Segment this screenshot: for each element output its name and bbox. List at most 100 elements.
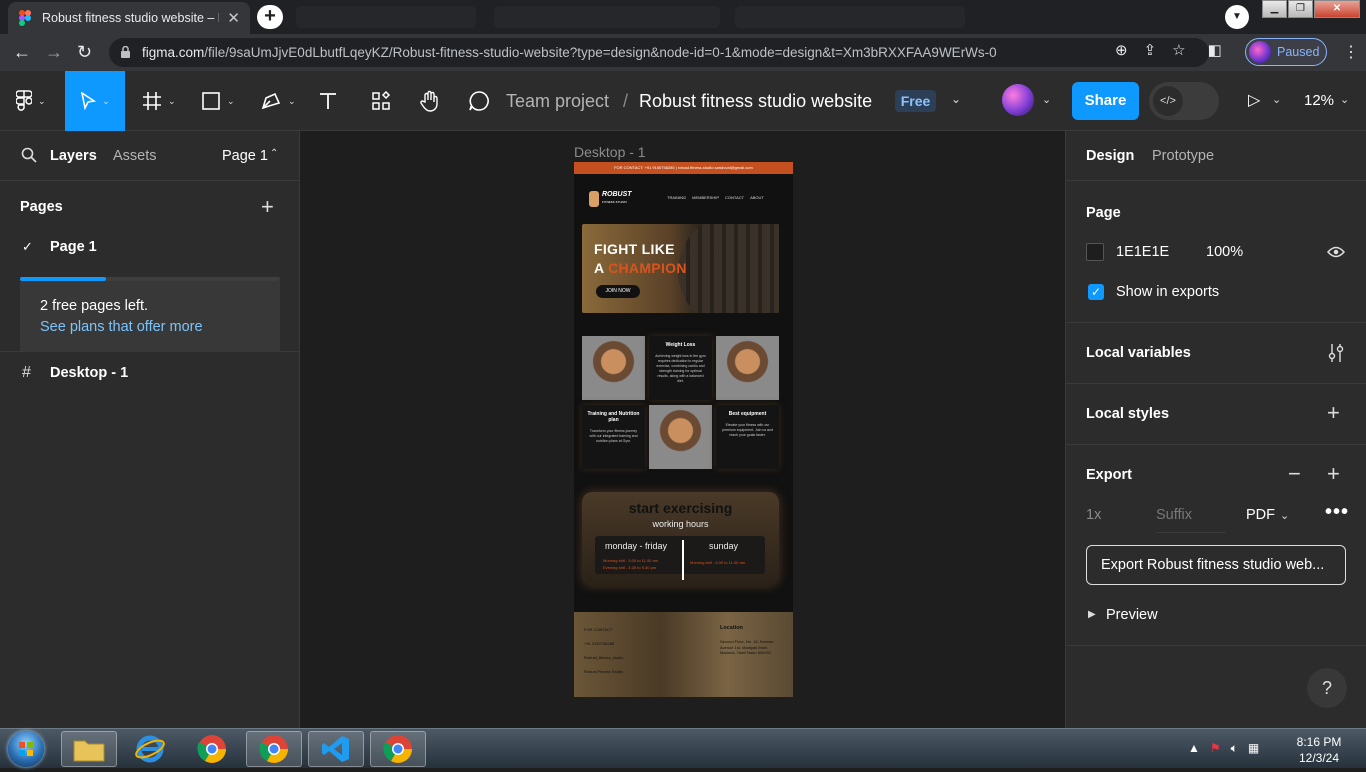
user-avatar[interactable] bbox=[1002, 84, 1034, 116]
window-close-icon[interactable]: ✕ bbox=[1314, 0, 1360, 18]
help-button[interactable]: ? bbox=[1307, 668, 1347, 708]
eye-icon[interactable] bbox=[1327, 246, 1345, 258]
url-text: figma.com/file/9saUmJjvE0dLbutfLqeyKZ/Ro… bbox=[142, 45, 997, 60]
hero-join-button: JOIN NOW bbox=[596, 285, 640, 298]
lock-icon bbox=[121, 45, 130, 58]
taskbar-clock[interactable]: 8:16 PM 12/3/24 bbox=[1289, 734, 1349, 766]
page-opacity[interactable]: 100% bbox=[1206, 244, 1243, 260]
clock-time: 8:16 PM bbox=[1296, 735, 1342, 749]
desktop-frame[interactable]: FOR CONTACT: +91 9150758285 | robust.fit… bbox=[574, 162, 793, 697]
tab-assets[interactable]: Assets bbox=[113, 148, 157, 164]
new-tab-button[interactable]: + bbox=[257, 5, 283, 29]
local-styles-section[interactable]: Local styles + bbox=[1066, 384, 1366, 445]
page-selector[interactable]: Page 1 bbox=[222, 148, 268, 164]
browser-menu-icon[interactable]: ⋮ bbox=[1343, 42, 1359, 62]
shape-tool-button[interactable]: ⌄ bbox=[201, 71, 235, 131]
show-in-exports-checkbox[interactable]: ✓ bbox=[1088, 284, 1104, 300]
present-play-icon[interactable]: ▷ bbox=[1248, 90, 1260, 110]
main-menu-button[interactable]: ⌄ bbox=[16, 71, 46, 131]
caret-right-icon[interactable]: ▶ bbox=[1088, 609, 1096, 620]
share-page-icon[interactable]: ⇪ bbox=[1144, 41, 1157, 59]
security-flag-icon[interactable]: ⚑ bbox=[1210, 741, 1221, 756]
hand-tool-button[interactable] bbox=[419, 71, 441, 131]
file-menu-chevron-icon[interactable]: ⌄ bbox=[951, 92, 961, 106]
design-canvas[interactable]: Desktop - 1 FOR CONTACT: +91 9150758285 … bbox=[301, 131, 1065, 728]
forward-arrow-icon[interactable]: → bbox=[45, 42, 63, 63]
site-nav-link: CONTACT bbox=[725, 195, 745, 200]
side-panel-icon[interactable]: ◧ bbox=[1208, 41, 1222, 59]
file-explorer-taskbar[interactable] bbox=[61, 731, 117, 767]
free-pages-notice: 2 free pages left. See plans that offer … bbox=[20, 281, 280, 351]
background-tab[interactable] bbox=[494, 6, 720, 28]
internet-explorer-taskbar[interactable] bbox=[122, 731, 178, 767]
add-page-plus-icon[interactable]: + bbox=[261, 194, 274, 220]
export-button[interactable]: Export Robust fitness studio web... bbox=[1086, 545, 1346, 585]
browser-tab-active[interactable]: Robust fitness studio website – Figma ✕ bbox=[8, 2, 250, 34]
zoom-level[interactable]: 12% bbox=[1304, 92, 1334, 109]
network-icon[interactable]: ▦ bbox=[1248, 741, 1259, 756]
resources-button[interactable] bbox=[371, 71, 391, 131]
minimize-icon[interactable]: ▁ bbox=[1262, 0, 1287, 18]
tab-prototype[interactable]: Prototype bbox=[1152, 148, 1214, 164]
profile-button[interactable]: Paused bbox=[1245, 38, 1327, 66]
see-plans-link[interactable]: See plans that offer more bbox=[40, 319, 203, 335]
bookmark-star-icon[interactable]: ☆ bbox=[1172, 41, 1185, 59]
tray-arrow-icon[interactable]: ▲ bbox=[1188, 741, 1200, 756]
dev-mode-toggle[interactable]: </> bbox=[1149, 82, 1219, 120]
local-variables-section[interactable]: Local variables bbox=[1066, 323, 1366, 384]
chevron-down-icon: ⌄ bbox=[38, 95, 46, 106]
chevron-down-icon: ⌄ bbox=[227, 95, 235, 106]
chrome-taskbar[interactable] bbox=[184, 731, 240, 767]
maximize-icon[interactable]: ❐ bbox=[1288, 0, 1313, 18]
file-name[interactable]: Robust fitness studio website bbox=[639, 91, 872, 112]
page-color-swatch[interactable] bbox=[1086, 243, 1104, 261]
add-export-plus-icon[interactable]: + bbox=[1327, 461, 1340, 487]
chevron-down-icon[interactable]: ⌄ bbox=[1340, 93, 1349, 106]
tab-design[interactable]: Design bbox=[1086, 148, 1134, 164]
chrome-profile-taskbar[interactable] bbox=[246, 731, 302, 767]
frame-label[interactable]: Desktop - 1 bbox=[574, 144, 646, 160]
chevron-down-icon[interactable]: ⌄ bbox=[1272, 93, 1281, 106]
layer-item[interactable]: # Desktop - 1 bbox=[0, 351, 299, 393]
right-panel: Design Prototype Page 1E1E1E 100% ✓ Show… bbox=[1065, 131, 1366, 728]
back-arrow-icon[interactable]: ← bbox=[13, 42, 31, 63]
vscode-taskbar[interactable] bbox=[308, 731, 364, 767]
search-icon[interactable] bbox=[21, 147, 37, 163]
page-color-hex[interactable]: 1E1E1E bbox=[1116, 244, 1169, 260]
export-scale[interactable]: 1x bbox=[1086, 507, 1101, 523]
background-tab[interactable] bbox=[296, 6, 476, 28]
tab-close-icon[interactable]: ✕ bbox=[227, 9, 240, 27]
preview-toggle[interactable]: Preview bbox=[1106, 607, 1158, 623]
chevron-down-icon[interactable]: ⌄ bbox=[1280, 509, 1289, 522]
export-format-select[interactable]: PDF bbox=[1246, 507, 1275, 523]
zoom-icon[interactable]: ⊕ bbox=[1115, 41, 1128, 59]
export-suffix-input[interactable]: Suffix bbox=[1156, 507, 1226, 533]
chevron-down-icon[interactable]: ⌄ bbox=[1042, 93, 1051, 106]
hero-line2a: A bbox=[594, 260, 604, 276]
remove-export-minus-icon[interactable]: − bbox=[1288, 461, 1301, 487]
background-tab[interactable] bbox=[735, 6, 965, 28]
frame-tool-button[interactable]: ⌄ bbox=[142, 71, 176, 131]
plan-badge[interactable]: Free bbox=[895, 90, 936, 112]
chrome-figma-taskbar[interactable] bbox=[370, 731, 426, 767]
tab-layers[interactable]: Layers bbox=[50, 148, 97, 164]
start-button[interactable] bbox=[8, 731, 44, 767]
url-field[interactable]: figma.com/file/9saUmJjvE0dLbutfLqeyKZ/Ro… bbox=[109, 38, 1209, 67]
pen-tool-button[interactable]: ⌄ bbox=[260, 71, 296, 131]
share-button[interactable]: Share bbox=[1072, 82, 1139, 120]
volume-icon[interactable]: 🔈︎ bbox=[1231, 741, 1238, 756]
reload-icon[interactable]: ↻ bbox=[77, 42, 92, 63]
variables-sliders-icon[interactable] bbox=[1328, 343, 1344, 363]
chevron-up-icon[interactable]: ⌃ bbox=[270, 148, 278, 159]
team-breadcrumb[interactable]: Team project bbox=[506, 91, 609, 112]
site-hero: FIGHT LIKE A CHAMPION JOIN NOW bbox=[582, 224, 779, 313]
figma-favicon-icon bbox=[18, 10, 32, 26]
text-tool-button[interactable] bbox=[318, 71, 338, 131]
move-tool-button[interactable]: ⌄ bbox=[65, 71, 125, 131]
local-styles-label: Local styles bbox=[1086, 406, 1170, 422]
tab-search-chevron-icon[interactable]: ▼ bbox=[1225, 5, 1249, 29]
comment-tool-button[interactable] bbox=[468, 71, 490, 131]
add-style-plus-icon[interactable]: + bbox=[1327, 400, 1340, 426]
frame-icon bbox=[143, 92, 161, 110]
more-options-icon[interactable]: ••• bbox=[1325, 501, 1349, 524]
